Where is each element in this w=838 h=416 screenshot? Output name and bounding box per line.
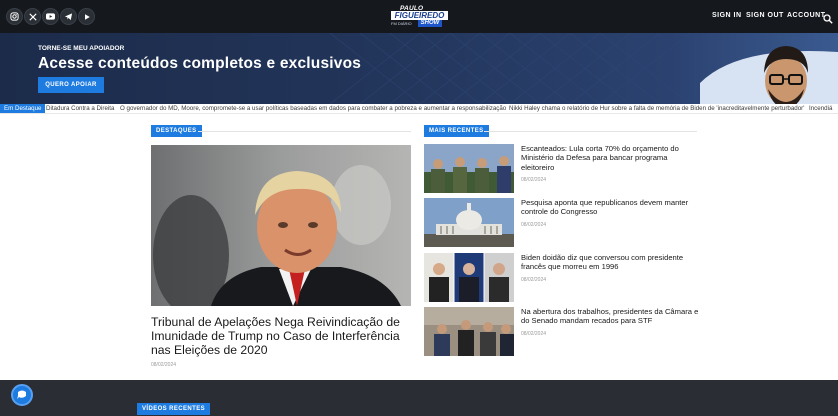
- top-bar: PAULO FIGUEIREDO FM DIÁRIO SHOW SIGN IN …: [0, 0, 838, 33]
- host-portrait: [700, 46, 838, 104]
- list-item[interactable]: Na abertura dos trabalhos, presidentes d…: [424, 307, 698, 357]
- logo-text-show: SHOW: [418, 20, 442, 27]
- logo-text-sub: FM DIÁRIO: [391, 21, 412, 26]
- section-divider: [198, 131, 411, 132]
- instagram-icon[interactable]: [6, 8, 23, 25]
- article-thumbnail[interactable]: [424, 307, 514, 356]
- banner-kicker: TORNE-SE MEU APOIADOR: [38, 45, 125, 52]
- hero-article-date: 08/02/2024: [151, 362, 177, 368]
- article-thumbnail[interactable]: [424, 198, 514, 247]
- section-divider: [484, 131, 697, 132]
- article-date: 08/02/2024: [521, 222, 547, 228]
- videos-recentes-tag: VÍDEOS RECENTES: [137, 403, 211, 415]
- ticker-label: Em Destaque: [0, 104, 45, 113]
- hero-image[interactable]: [151, 145, 411, 306]
- news-ticker: Em Destaque Ditadura Contra a Direita O …: [0, 104, 838, 114]
- article-title[interactable]: Biden doidão diz que conversou com presi…: [521, 253, 699, 272]
- article-title[interactable]: Na abertura dos trabalhos, presidentes d…: [521, 307, 699, 326]
- account-link[interactable]: ACCOUNT: [787, 12, 826, 19]
- sign-in-link[interactable]: SIGN IN: [712, 12, 742, 19]
- youtube-icon[interactable]: [42, 8, 59, 25]
- x-icon[interactable]: [24, 8, 41, 25]
- support-button[interactable]: QUERO APOIAR: [38, 77, 104, 93]
- sign-out-link[interactable]: SIGN OUT: [746, 12, 784, 19]
- article-date: 08/02/2024: [521, 331, 547, 337]
- ticker-item[interactable]: Incendiá: [809, 104, 832, 113]
- hero-article-title[interactable]: Tribunal de Apelações Nega Reivindicação…: [151, 315, 411, 358]
- list-item[interactable]: Pesquisa aponta que republicanos devem m…: [424, 198, 698, 248]
- destaques-tag: DESTAQUES: [151, 125, 202, 137]
- article-date: 08/02/2024: [521, 177, 547, 183]
- search-icon[interactable]: [823, 11, 833, 24]
- mais-recentes-tag: MAIS RECENTES: [424, 125, 489, 137]
- ticker-item[interactable]: Nikki Haley chama o relatório de Hur sob…: [509, 104, 804, 113]
- article-title[interactable]: Pesquisa aponta que republicanos devem m…: [521, 198, 699, 217]
- telegram-icon[interactable]: [60, 8, 77, 25]
- chat-icon: [17, 390, 26, 399]
- list-item[interactable]: Biden doidão diz que conversou com presi…: [424, 253, 698, 303]
- article-thumbnail[interactable]: [424, 144, 514, 193]
- supporter-banner: TORNE-SE MEU APOIADOR Acesse conteúdos c…: [0, 33, 838, 104]
- videos-section: [0, 380, 838, 416]
- banner-title: Acesse conteúdos completos e exclusivos: [38, 55, 362, 72]
- logo-text-main: FIGUEIREDO: [391, 11, 448, 20]
- chat-widget-button[interactable]: [11, 384, 33, 406]
- site-logo[interactable]: PAULO FIGUEIREDO FM DIÁRIO SHOW: [391, 5, 448, 27]
- article-date: 08/02/2024: [521, 277, 547, 283]
- ticker-item[interactable]: O governador do MD, Moore, compromete-se…: [120, 104, 506, 113]
- list-item[interactable]: Escanteados: Lula corta 70% do orçamento…: [424, 144, 698, 194]
- article-thumbnail[interactable]: [424, 253, 514, 302]
- rumble-icon[interactable]: [78, 8, 95, 25]
- ticker-item[interactable]: Ditadura Contra a Direita: [46, 104, 114, 113]
- article-title[interactable]: Escanteados: Lula corta 70% do orçamento…: [521, 144, 699, 172]
